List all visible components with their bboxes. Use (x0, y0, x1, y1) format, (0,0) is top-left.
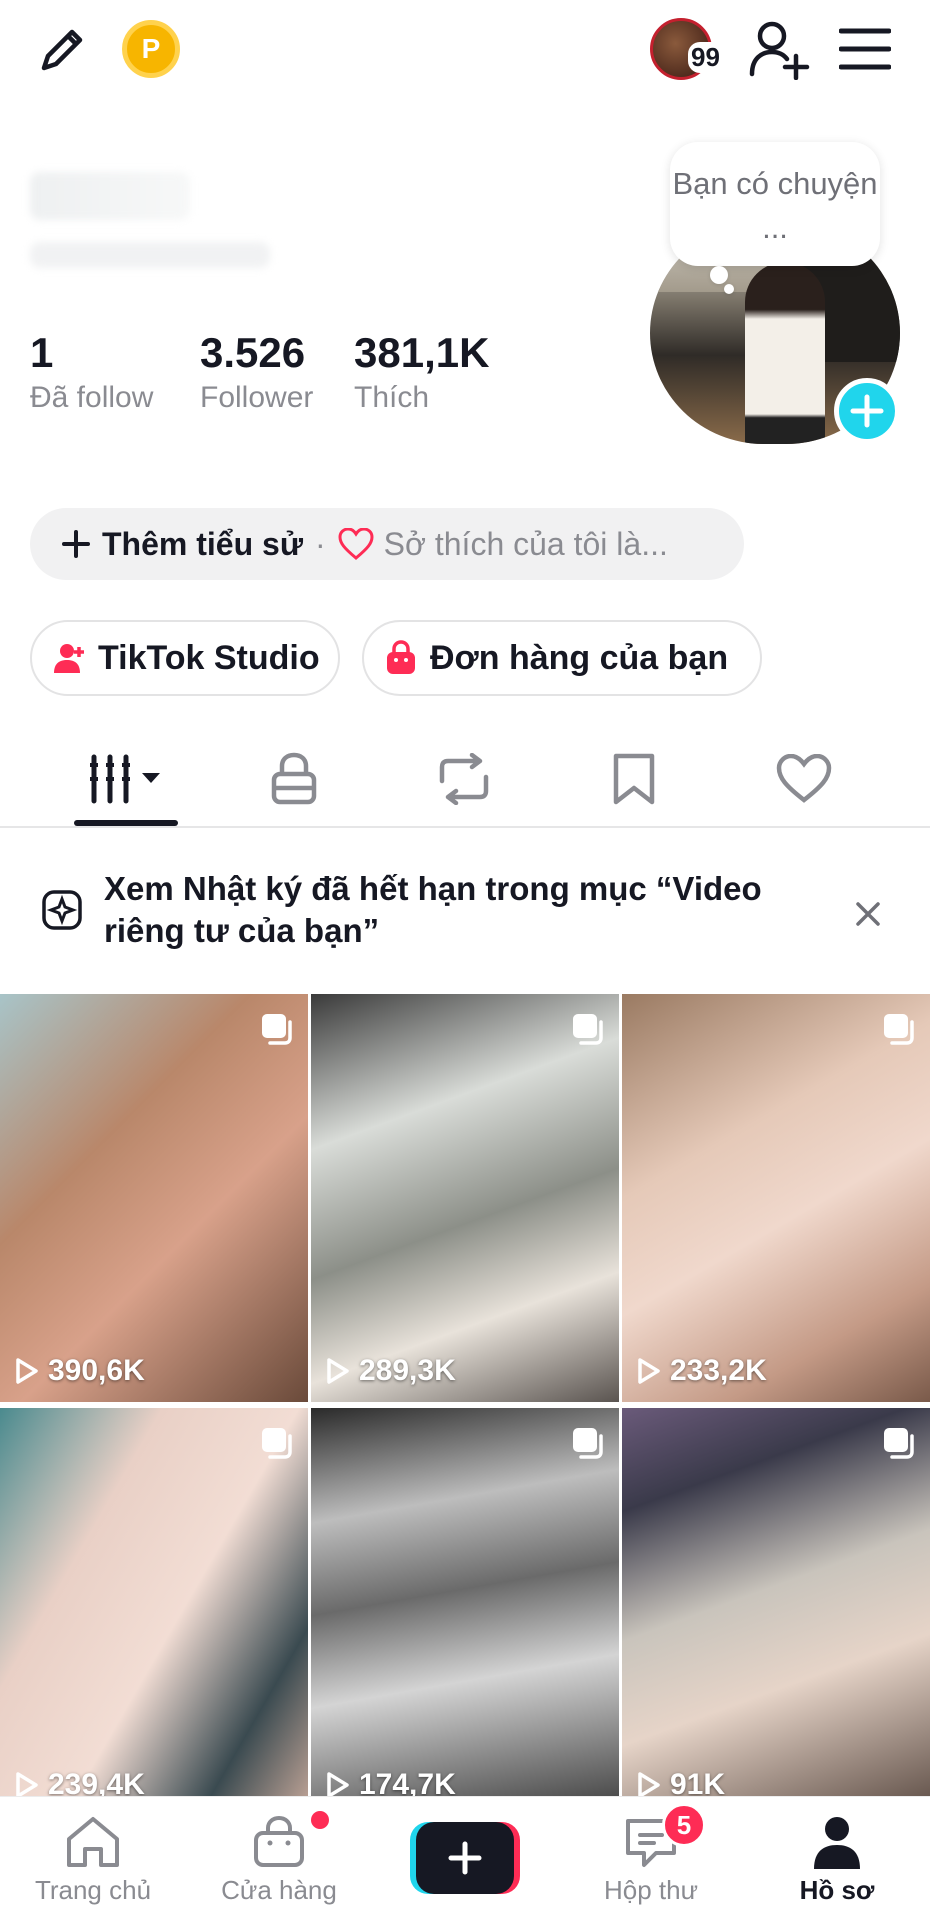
play-icon (327, 1358, 349, 1384)
tab-private[interactable] (258, 744, 330, 814)
avatar-person (745, 262, 825, 444)
multi-photo-icon (262, 1014, 292, 1045)
story-count-badge: 99 (688, 42, 723, 73)
video-thumbnail[interactable]: 91K (622, 1408, 930, 1816)
note-bubble-tail (710, 266, 728, 284)
video-grid: 390,6K 289,3K 233,2K 239,4K 174,7K 91K (0, 994, 930, 1816)
play-icon (16, 1358, 38, 1384)
video-thumbnail[interactable]: 289,3K (311, 994, 619, 1402)
bookmark-icon (613, 753, 655, 805)
notice-text: Xem Nhật ký đã hết hạn trong mục “Video … (104, 870, 762, 949)
heart-icon (776, 754, 832, 803)
heart-icon (338, 528, 374, 560)
stat-followers[interactable]: 3.526 Follower (200, 328, 354, 418)
nav-profile-label: Hồ sơ (799, 1875, 875, 1905)
menu-icon[interactable] (836, 22, 894, 76)
create-button[interactable] (410, 1822, 520, 1894)
tab-favorites[interactable] (598, 744, 670, 814)
coin-label: P (141, 33, 161, 64)
stat-following[interactable]: 1 Đã follow (30, 328, 200, 418)
nav-home[interactable]: Trang chủ (0, 1797, 186, 1920)
play-icon (16, 1772, 38, 1798)
tiktok-studio-label: TikTok Studio (98, 638, 320, 677)
orders-label: Đơn hàng của bạn (430, 638, 729, 677)
multi-photo-icon (573, 1428, 603, 1459)
stat-value: 381,1K (354, 329, 490, 376)
bio-separator: · (314, 525, 326, 562)
content-tabs (0, 730, 930, 828)
multi-photo-icon (573, 1014, 603, 1045)
stat-value: 3.526 (200, 329, 306, 376)
bio-pill[interactable]: Thêm tiểu sử · Sở thích của tôi là... (30, 508, 744, 580)
plus-icon (62, 530, 90, 558)
stat-label: Follower (200, 381, 314, 414)
multi-photo-icon (884, 1014, 914, 1045)
profile-stats: 1 Đã follow 3.526 Follower 381,1K Thích (30, 328, 504, 418)
video-thumbnail[interactable]: 390,6K (0, 994, 308, 1402)
shopping-bag-icon (254, 1815, 304, 1867)
nav-inbox[interactable]: Hộp thư (558, 1797, 744, 1920)
active-tab-indicator (74, 820, 178, 826)
video-thumbnail[interactable]: 239,4K (0, 1408, 308, 1816)
inbox-badge: 5 (662, 1803, 706, 1847)
orders-button[interactable]: Đơn hàng của bạn (362, 620, 762, 696)
tab-liked[interactable] (768, 744, 840, 814)
shopping-bag-icon (387, 640, 415, 674)
nav-shop-label: Cửa hàng (221, 1875, 337, 1905)
add-friend-icon[interactable] (744, 16, 814, 82)
profile-name-blurred (30, 172, 190, 220)
profile-screen: P 99 1 Đã follow 3.526 Follower 381,1K T… (0, 0, 930, 1920)
create-button-face (416, 1822, 514, 1894)
profile-handle-blurred (30, 242, 270, 268)
stat-label: Đã follow (30, 381, 154, 414)
stat-label: Thích (354, 381, 430, 414)
studio-icon (54, 644, 84, 673)
play-icon (327, 1772, 349, 1798)
plus-icon (850, 394, 884, 428)
view-count: 233,2K (636, 1354, 767, 1388)
video-thumbnail[interactable]: 233,2K (622, 994, 930, 1402)
tiktok-studio-button[interactable]: TikTok Studio (30, 620, 340, 696)
stat-value: 1 (30, 329, 54, 376)
nav-shop[interactable]: Cửa hàng (186, 1797, 372, 1920)
edit-pencil-icon[interactable] (30, 18, 94, 82)
nav-inbox-label: Hộp thư (603, 1875, 698, 1905)
view-count: 390,6K (14, 1354, 145, 1388)
plus-icon (448, 1841, 482, 1875)
view-count-text: 289,3K (359, 1354, 456, 1387)
home-icon (67, 1817, 119, 1867)
multi-photo-icon (884, 1428, 914, 1459)
note-bubble-text: Bạn có chuyện ... (672, 166, 878, 245)
view-count-text: 233,2K (670, 1354, 767, 1387)
repost-icon (439, 753, 489, 805)
lock-icon (271, 752, 317, 805)
videos-grid-icon (90, 754, 160, 804)
play-icon (638, 1358, 660, 1384)
tab-videos[interactable] (74, 744, 178, 814)
nav-home-label: Trang chủ (34, 1875, 152, 1905)
multi-photo-icon (262, 1428, 292, 1459)
diary-sparkle-icon (40, 888, 84, 932)
view-count: 289,3K (325, 1354, 456, 1388)
profile-icon (814, 1817, 860, 1869)
note-bubble-tail (724, 284, 734, 294)
top-bar: P 99 (0, 0, 930, 100)
coin-icon[interactable]: P (122, 20, 180, 78)
add-bio-label: Thêm tiểu sử (102, 525, 303, 562)
close-icon[interactable] (846, 892, 890, 936)
shop-notification-dot (311, 1811, 329, 1829)
tab-reposts[interactable] (428, 744, 500, 814)
video-thumbnail[interactable]: 174,7K (311, 1408, 619, 1816)
view-count-text: 390,6K (48, 1354, 145, 1387)
stat-likes[interactable]: 381,1K Thích (354, 328, 504, 418)
hobby-hint: Sở thích của tôi là... (383, 525, 668, 562)
add-avatar-button[interactable] (834, 378, 900, 444)
play-icon (638, 1772, 660, 1798)
nav-profile[interactable]: Hồ sơ (744, 1797, 930, 1920)
note-bubble[interactable]: Bạn có chuyện ... (670, 142, 880, 266)
